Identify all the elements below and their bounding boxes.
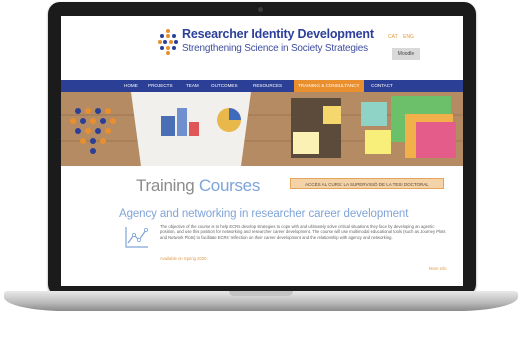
dotted-grid-logo-icon[interactable] xyxy=(158,29,178,55)
course-access-button[interactable]: ACCÉS AL CURS: LA SUPERVISIÓ DE LA TESI … xyxy=(290,178,444,189)
laptop-lid: Researcher Identity Development Strength… xyxy=(48,2,476,296)
nav-item-outcomes[interactable]: OUTCOMES xyxy=(211,80,238,92)
course-availability: Available on Spring 2020. xyxy=(160,256,208,261)
laptop-base xyxy=(4,291,518,311)
nav-item-home[interactable]: HOME xyxy=(124,80,138,92)
nav-item-contact[interactable]: CONTACT xyxy=(371,80,393,92)
nav-item-resources[interactable]: RESOURCES xyxy=(253,80,282,92)
language-eng-link[interactable]: ENG xyxy=(403,34,414,40)
site-header: Researcher Identity Development Strength… xyxy=(61,16,463,66)
screen: Researcher Identity Development Strength… xyxy=(61,16,463,286)
site-subtitle: Strengthening Science in Society Strateg… xyxy=(182,43,368,54)
language-cat-link[interactable]: CAT xyxy=(388,34,398,40)
nav-item-training-consultancy[interactable]: TRAINING & CONSULTANCY xyxy=(294,80,364,92)
line-chart-icon xyxy=(125,227,148,248)
nav-item-team[interactable]: TEAM xyxy=(186,80,199,92)
hero-banner-image xyxy=(61,92,463,166)
course-description: The objective of the course is to help E… xyxy=(160,224,446,240)
page-heading-main: Training xyxy=(136,176,195,195)
moodle-button[interactable]: Moodle xyxy=(392,48,420,60)
language-switcher: CAT ENG xyxy=(388,34,418,40)
nav-item-projects[interactable]: PROJECTS xyxy=(148,80,173,92)
page-heading: Training Courses xyxy=(136,176,260,196)
camera-icon xyxy=(258,7,263,12)
site-title[interactable]: Researcher Identity Development xyxy=(182,27,374,41)
more-info-link[interactable]: More info xyxy=(429,266,446,271)
desk-photo xyxy=(61,92,463,166)
page-heading-accent: Courses xyxy=(198,176,261,195)
course-title[interactable]: Agency and networking in researcher care… xyxy=(119,208,408,220)
main-nav: HOME PROJECTS TEAM OUTCOMES RESOURCES TR… xyxy=(61,80,463,92)
laptop-notch xyxy=(229,291,293,296)
